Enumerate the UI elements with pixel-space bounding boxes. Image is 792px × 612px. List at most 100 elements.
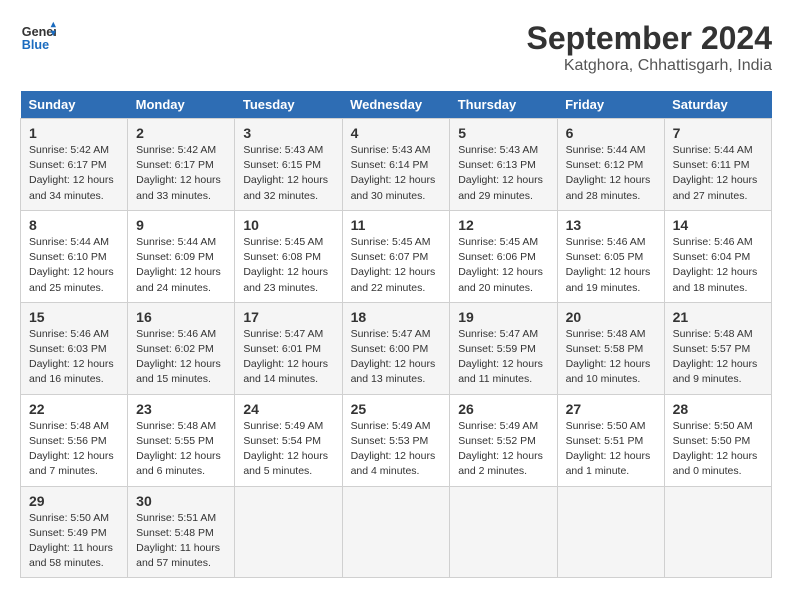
day-info: Sunrise: 5:43 AM Sunset: 6:15 PM Dayligh… bbox=[243, 143, 333, 204]
day-info: Sunrise: 5:42 AM Sunset: 6:17 PM Dayligh… bbox=[136, 143, 226, 204]
day-info: Sunrise: 5:49 AM Sunset: 5:54 PM Dayligh… bbox=[243, 419, 333, 480]
calendar-cell: 4 Sunrise: 5:43 AM Sunset: 6:14 PM Dayli… bbox=[342, 119, 450, 211]
day-info: Sunrise: 5:44 AM Sunset: 6:11 PM Dayligh… bbox=[673, 143, 763, 204]
day-number: 21 bbox=[673, 309, 763, 325]
week-row-3: 15 Sunrise: 5:46 AM Sunset: 6:03 PM Dayl… bbox=[21, 302, 772, 394]
logo-icon: General Blue bbox=[20, 20, 56, 56]
day-info: Sunrise: 5:47 AM Sunset: 6:01 PM Dayligh… bbox=[243, 327, 333, 388]
day-info: Sunrise: 5:45 AM Sunset: 6:06 PM Dayligh… bbox=[458, 235, 548, 296]
day-number: 6 bbox=[566, 125, 656, 141]
col-header-friday: Friday bbox=[557, 91, 664, 119]
day-number: 17 bbox=[243, 309, 333, 325]
col-header-tuesday: Tuesday bbox=[235, 91, 342, 119]
day-number: 22 bbox=[29, 401, 119, 417]
day-number: 3 bbox=[243, 125, 333, 141]
day-info: Sunrise: 5:45 AM Sunset: 6:08 PM Dayligh… bbox=[243, 235, 333, 296]
day-number: 24 bbox=[243, 401, 333, 417]
header-row: SundayMondayTuesdayWednesdayThursdayFrid… bbox=[21, 91, 772, 119]
calendar-cell: 14 Sunrise: 5:46 AM Sunset: 6:04 PM Dayl… bbox=[664, 210, 771, 302]
day-info: Sunrise: 5:50 AM Sunset: 5:51 PM Dayligh… bbox=[566, 419, 656, 480]
day-number: 12 bbox=[458, 217, 548, 233]
day-number: 9 bbox=[136, 217, 226, 233]
day-number: 2 bbox=[136, 125, 226, 141]
calendar-cell: 18 Sunrise: 5:47 AM Sunset: 6:00 PM Dayl… bbox=[342, 302, 450, 394]
day-info: Sunrise: 5:50 AM Sunset: 5:49 PM Dayligh… bbox=[29, 511, 119, 572]
day-number: 28 bbox=[673, 401, 763, 417]
day-info: Sunrise: 5:44 AM Sunset: 6:12 PM Dayligh… bbox=[566, 143, 656, 204]
day-info: Sunrise: 5:45 AM Sunset: 6:07 PM Dayligh… bbox=[351, 235, 442, 296]
day-info: Sunrise: 5:46 AM Sunset: 6:05 PM Dayligh… bbox=[566, 235, 656, 296]
calendar-cell: 19 Sunrise: 5:47 AM Sunset: 5:59 PM Dayl… bbox=[450, 302, 557, 394]
calendar-cell: 23 Sunrise: 5:48 AM Sunset: 5:55 PM Dayl… bbox=[128, 394, 235, 486]
day-number: 13 bbox=[566, 217, 656, 233]
day-number: 1 bbox=[29, 125, 119, 141]
day-number: 27 bbox=[566, 401, 656, 417]
day-info: Sunrise: 5:46 AM Sunset: 6:04 PM Dayligh… bbox=[673, 235, 763, 296]
col-header-monday: Monday bbox=[128, 91, 235, 119]
calendar-cell: 8 Sunrise: 5:44 AM Sunset: 6:10 PM Dayli… bbox=[21, 210, 128, 302]
week-row-2: 8 Sunrise: 5:44 AM Sunset: 6:10 PM Dayli… bbox=[21, 210, 772, 302]
day-number: 7 bbox=[673, 125, 763, 141]
calendar-cell: 9 Sunrise: 5:44 AM Sunset: 6:09 PM Dayli… bbox=[128, 210, 235, 302]
calendar-cell: 30 Sunrise: 5:51 AM Sunset: 5:48 PM Dayl… bbox=[128, 486, 235, 578]
day-info: Sunrise: 5:47 AM Sunset: 5:59 PM Dayligh… bbox=[458, 327, 548, 388]
day-number: 19 bbox=[458, 309, 548, 325]
calendar-cell: 26 Sunrise: 5:49 AM Sunset: 5:52 PM Dayl… bbox=[450, 394, 557, 486]
calendar-cell bbox=[664, 486, 771, 578]
week-row-1: 1 Sunrise: 5:42 AM Sunset: 6:17 PM Dayli… bbox=[21, 119, 772, 211]
calendar-cell: 10 Sunrise: 5:45 AM Sunset: 6:08 PM Dayl… bbox=[235, 210, 342, 302]
week-row-4: 22 Sunrise: 5:48 AM Sunset: 5:56 PM Dayl… bbox=[21, 394, 772, 486]
calendar-cell: 1 Sunrise: 5:42 AM Sunset: 6:17 PM Dayli… bbox=[21, 119, 128, 211]
day-number: 29 bbox=[29, 493, 119, 509]
day-info: Sunrise: 5:44 AM Sunset: 6:10 PM Dayligh… bbox=[29, 235, 119, 296]
day-info: Sunrise: 5:48 AM Sunset: 5:56 PM Dayligh… bbox=[29, 419, 119, 480]
calendar-cell bbox=[557, 486, 664, 578]
calendar-cell: 24 Sunrise: 5:49 AM Sunset: 5:54 PM Dayl… bbox=[235, 394, 342, 486]
day-info: Sunrise: 5:50 AM Sunset: 5:50 PM Dayligh… bbox=[673, 419, 763, 480]
week-row-5: 29 Sunrise: 5:50 AM Sunset: 5:49 PM Dayl… bbox=[21, 486, 772, 578]
calendar-cell: 2 Sunrise: 5:42 AM Sunset: 6:17 PM Dayli… bbox=[128, 119, 235, 211]
day-number: 11 bbox=[351, 217, 442, 233]
month-title: September 2024 bbox=[527, 20, 772, 57]
day-number: 8 bbox=[29, 217, 119, 233]
day-info: Sunrise: 5:49 AM Sunset: 5:53 PM Dayligh… bbox=[351, 419, 442, 480]
day-info: Sunrise: 5:46 AM Sunset: 6:02 PM Dayligh… bbox=[136, 327, 226, 388]
calendar-cell bbox=[450, 486, 557, 578]
page-header: General Blue September 2024 Katghora, Ch… bbox=[20, 20, 772, 75]
calendar-cell: 13 Sunrise: 5:46 AM Sunset: 6:05 PM Dayl… bbox=[557, 210, 664, 302]
day-number: 26 bbox=[458, 401, 548, 417]
calendar-cell: 3 Sunrise: 5:43 AM Sunset: 6:15 PM Dayli… bbox=[235, 119, 342, 211]
day-info: Sunrise: 5:51 AM Sunset: 5:48 PM Dayligh… bbox=[136, 511, 226, 572]
col-header-wednesday: Wednesday bbox=[342, 91, 450, 119]
day-info: Sunrise: 5:46 AM Sunset: 6:03 PM Dayligh… bbox=[29, 327, 119, 388]
day-info: Sunrise: 5:47 AM Sunset: 6:00 PM Dayligh… bbox=[351, 327, 442, 388]
day-number: 30 bbox=[136, 493, 226, 509]
day-info: Sunrise: 5:49 AM Sunset: 5:52 PM Dayligh… bbox=[458, 419, 548, 480]
col-header-sunday: Sunday bbox=[21, 91, 128, 119]
calendar-cell: 27 Sunrise: 5:50 AM Sunset: 5:51 PM Dayl… bbox=[557, 394, 664, 486]
day-number: 20 bbox=[566, 309, 656, 325]
calendar-cell: 21 Sunrise: 5:48 AM Sunset: 5:57 PM Dayl… bbox=[664, 302, 771, 394]
title-block: September 2024 Katghora, Chhattisgarh, I… bbox=[527, 20, 772, 75]
calendar-cell: 15 Sunrise: 5:46 AM Sunset: 6:03 PM Dayl… bbox=[21, 302, 128, 394]
calendar-cell: 20 Sunrise: 5:48 AM Sunset: 5:58 PM Dayl… bbox=[557, 302, 664, 394]
day-info: Sunrise: 5:43 AM Sunset: 6:14 PM Dayligh… bbox=[351, 143, 442, 204]
day-info: Sunrise: 5:42 AM Sunset: 6:17 PM Dayligh… bbox=[29, 143, 119, 204]
calendar-cell: 11 Sunrise: 5:45 AM Sunset: 6:07 PM Dayl… bbox=[342, 210, 450, 302]
calendar-cell: 28 Sunrise: 5:50 AM Sunset: 5:50 PM Dayl… bbox=[664, 394, 771, 486]
calendar-cell: 12 Sunrise: 5:45 AM Sunset: 6:06 PM Dayl… bbox=[450, 210, 557, 302]
day-number: 15 bbox=[29, 309, 119, 325]
calendar-cell: 22 Sunrise: 5:48 AM Sunset: 5:56 PM Dayl… bbox=[21, 394, 128, 486]
calendar-cell: 17 Sunrise: 5:47 AM Sunset: 6:01 PM Dayl… bbox=[235, 302, 342, 394]
svg-text:Blue: Blue bbox=[22, 38, 49, 52]
calendar-cell: 29 Sunrise: 5:50 AM Sunset: 5:49 PM Dayl… bbox=[21, 486, 128, 578]
day-number: 4 bbox=[351, 125, 442, 141]
day-number: 5 bbox=[458, 125, 548, 141]
day-number: 18 bbox=[351, 309, 442, 325]
day-info: Sunrise: 5:48 AM Sunset: 5:55 PM Dayligh… bbox=[136, 419, 226, 480]
location: Katghora, Chhattisgarh, India bbox=[527, 57, 772, 75]
day-info: Sunrise: 5:48 AM Sunset: 5:57 PM Dayligh… bbox=[673, 327, 763, 388]
calendar-cell: 7 Sunrise: 5:44 AM Sunset: 6:11 PM Dayli… bbox=[664, 119, 771, 211]
calendar-cell: 6 Sunrise: 5:44 AM Sunset: 6:12 PM Dayli… bbox=[557, 119, 664, 211]
calendar-table: SundayMondayTuesdayWednesdayThursdayFrid… bbox=[20, 91, 772, 578]
